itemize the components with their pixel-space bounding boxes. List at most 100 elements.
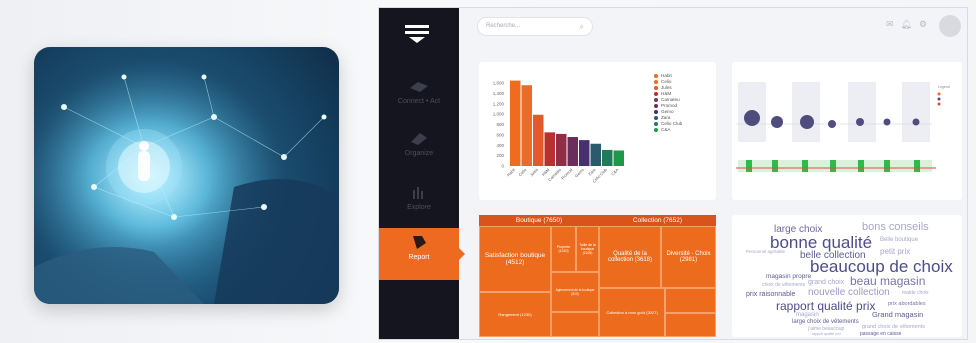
y-tick-label: 800 — [496, 122, 504, 127]
sidebar-item-label: Connect • Act — [397, 98, 441, 105]
legend-swatch — [654, 110, 658, 114]
chart-legend: Habit Celio Jules H&M Camaïeu Promod Gemo Zara C… — [654, 73, 682, 133]
explore-icon — [413, 187, 423, 199]
legend-item: C&A — [654, 127, 682, 133]
sidebar-item-connect[interactable]: Connect • Act — [379, 72, 459, 124]
y-tick-label: 600 — [496, 132, 504, 137]
bar[interactable] — [556, 133, 567, 166]
bar[interactable] — [602, 149, 613, 166]
word: malde choix — [902, 290, 929, 296]
word: beau magasin — [850, 274, 926, 288]
bar[interactable] — [579, 140, 590, 166]
word: grand choix de vêtements — [862, 324, 925, 330]
bar[interactable] — [521, 85, 533, 166]
treemap-cell[interactable] — [665, 288, 716, 313]
word: magasin — [796, 312, 819, 318]
connect-icon — [410, 82, 428, 92]
legend-swatch — [654, 92, 658, 96]
x-tick-label: Promod — [560, 167, 573, 180]
word: grand choix — [808, 279, 845, 286]
word: prix raisonnable — [746, 291, 796, 298]
legend-swatch — [654, 80, 658, 84]
treemap-cell[interactable]: Qualité de la collection (3618) — [599, 226, 661, 288]
word: rapport qualité prix — [812, 332, 841, 336]
y-tick-label: 1,000 — [493, 112, 505, 117]
y-tick-label: 0 — [501, 164, 504, 169]
bar[interactable] — [544, 132, 556, 166]
y-tick-label: 400 — [496, 143, 504, 148]
sidebar-item-label: Report — [408, 254, 430, 261]
bubble-chart: Legend — [736, 82, 950, 172]
x-tick-label: Camaïeu — [547, 167, 562, 182]
word: Personnel agréable — [746, 249, 786, 254]
word: bonne qualité — [770, 233, 873, 252]
bubble-chart-panel: Legend — [732, 62, 962, 200]
treemap-cell[interactable]: Agencement de la boutique (813) — [551, 272, 599, 312]
y-tick-label: 1,400 — [493, 91, 505, 96]
treemap-header-collection: Collection (7652) — [599, 215, 716, 226]
treemap-cell[interactable] — [551, 312, 599, 337]
word: passage en caisse — [860, 331, 902, 337]
legend-swatch — [654, 86, 658, 90]
top-bar: Recherche... ⌕ ✉ 🔔︎ ⚙ — [459, 8, 967, 48]
treemap-cell[interactable]: Satisfaction boutique (4512) — [479, 226, 551, 292]
bar[interactable] — [590, 143, 602, 166]
bar[interactable] — [613, 150, 625, 166]
search-placeholder: Recherche... — [486, 23, 521, 29]
treemap-cell[interactable]: Diversité - Choix (2981) — [661, 226, 716, 288]
avatar[interactable] — [939, 15, 961, 37]
treemap: Boutique (7650) Collection (7652) Satisf… — [479, 215, 716, 337]
bar[interactable] — [533, 114, 544, 166]
x-tick-label: Habit — [506, 167, 517, 178]
x-tick-label: Celio — [517, 167, 528, 178]
sidebar: Connect • Act Organize Explore Report — [379, 8, 465, 339]
treemap-panel: Boutique (7650) Collection (7652) Satisf… — [479, 215, 716, 337]
legend-swatch — [654, 74, 658, 78]
legend-swatch — [654, 122, 658, 126]
treemap-cell[interactable]: Proprete (1330) — [551, 226, 576, 272]
x-tick-label: C&A — [610, 167, 620, 177]
word: large choix de vêtements — [792, 319, 859, 325]
word: choix de vêtements — [762, 282, 806, 288]
word: magasin propre — [766, 273, 812, 280]
y-tick-label: 1,200 — [493, 101, 505, 106]
sidebar-item-explore[interactable]: Explore — [379, 178, 459, 230]
bar[interactable] — [510, 80, 521, 166]
svg-text:Legend: Legend — [938, 85, 950, 89]
word: beaucoup de choix — [810, 257, 953, 276]
hero-image — [34, 47, 339, 304]
bar-chart-panel: 0 200 400 600 800 1,000 1,200 1,400 1,600 Habit Ce… — [479, 62, 716, 200]
treemap-cell[interactable]: Taille de la boutique (1105) — [576, 226, 599, 272]
y-tick-label: 200 — [496, 153, 504, 158]
bar[interactable] — [567, 137, 579, 166]
x-tick-label: Jules — [529, 167, 539, 177]
search-input[interactable]: Recherche... ⌕ — [477, 17, 593, 36]
bell-icon[interactable]: 🔔︎ — [900, 19, 911, 30]
word: Grand magasin — [872, 310, 924, 319]
x-tick-label: Gemo — [574, 167, 586, 179]
mail-icon[interactable]: ✉ — [886, 19, 894, 30]
legend-label: C&A — [661, 127, 671, 132]
gear-icon[interactable]: ⚙ — [919, 19, 927, 30]
word: bons conseils — [862, 221, 929, 233]
dashboard-window: Connect • Act Organize Explore Report Re… — [378, 7, 968, 340]
sidebar-item-report[interactable]: Report — [379, 228, 465, 280]
legend-swatch — [654, 98, 658, 102]
legend-swatch — [654, 128, 658, 132]
treemap-cell[interactable] — [665, 313, 716, 337]
sidebar-item-label: Organize — [404, 150, 434, 157]
legend-swatch — [654, 104, 658, 108]
sidebar-item-organize[interactable]: Organize — [379, 124, 459, 176]
treemap-cell[interactable]: Collection à mon goût (2027) — [599, 288, 665, 337]
treemap-cell[interactable]: Rangement (1230) — [479, 292, 551, 337]
word: prix abordables — [888, 301, 926, 307]
report-icon — [413, 236, 426, 249]
search-icon: ⌕ — [579, 22, 584, 31]
word: nouvelle collection — [808, 287, 890, 298]
treemap-header-boutique: Boutique (7650) — [479, 215, 599, 226]
organize-icon — [411, 133, 427, 145]
network-hand-illustration — [34, 47, 339, 304]
sidebar-item-label: Explore — [407, 204, 431, 211]
word: rapport qualité prix — [776, 299, 876, 313]
word: petit prix — [880, 247, 911, 256]
